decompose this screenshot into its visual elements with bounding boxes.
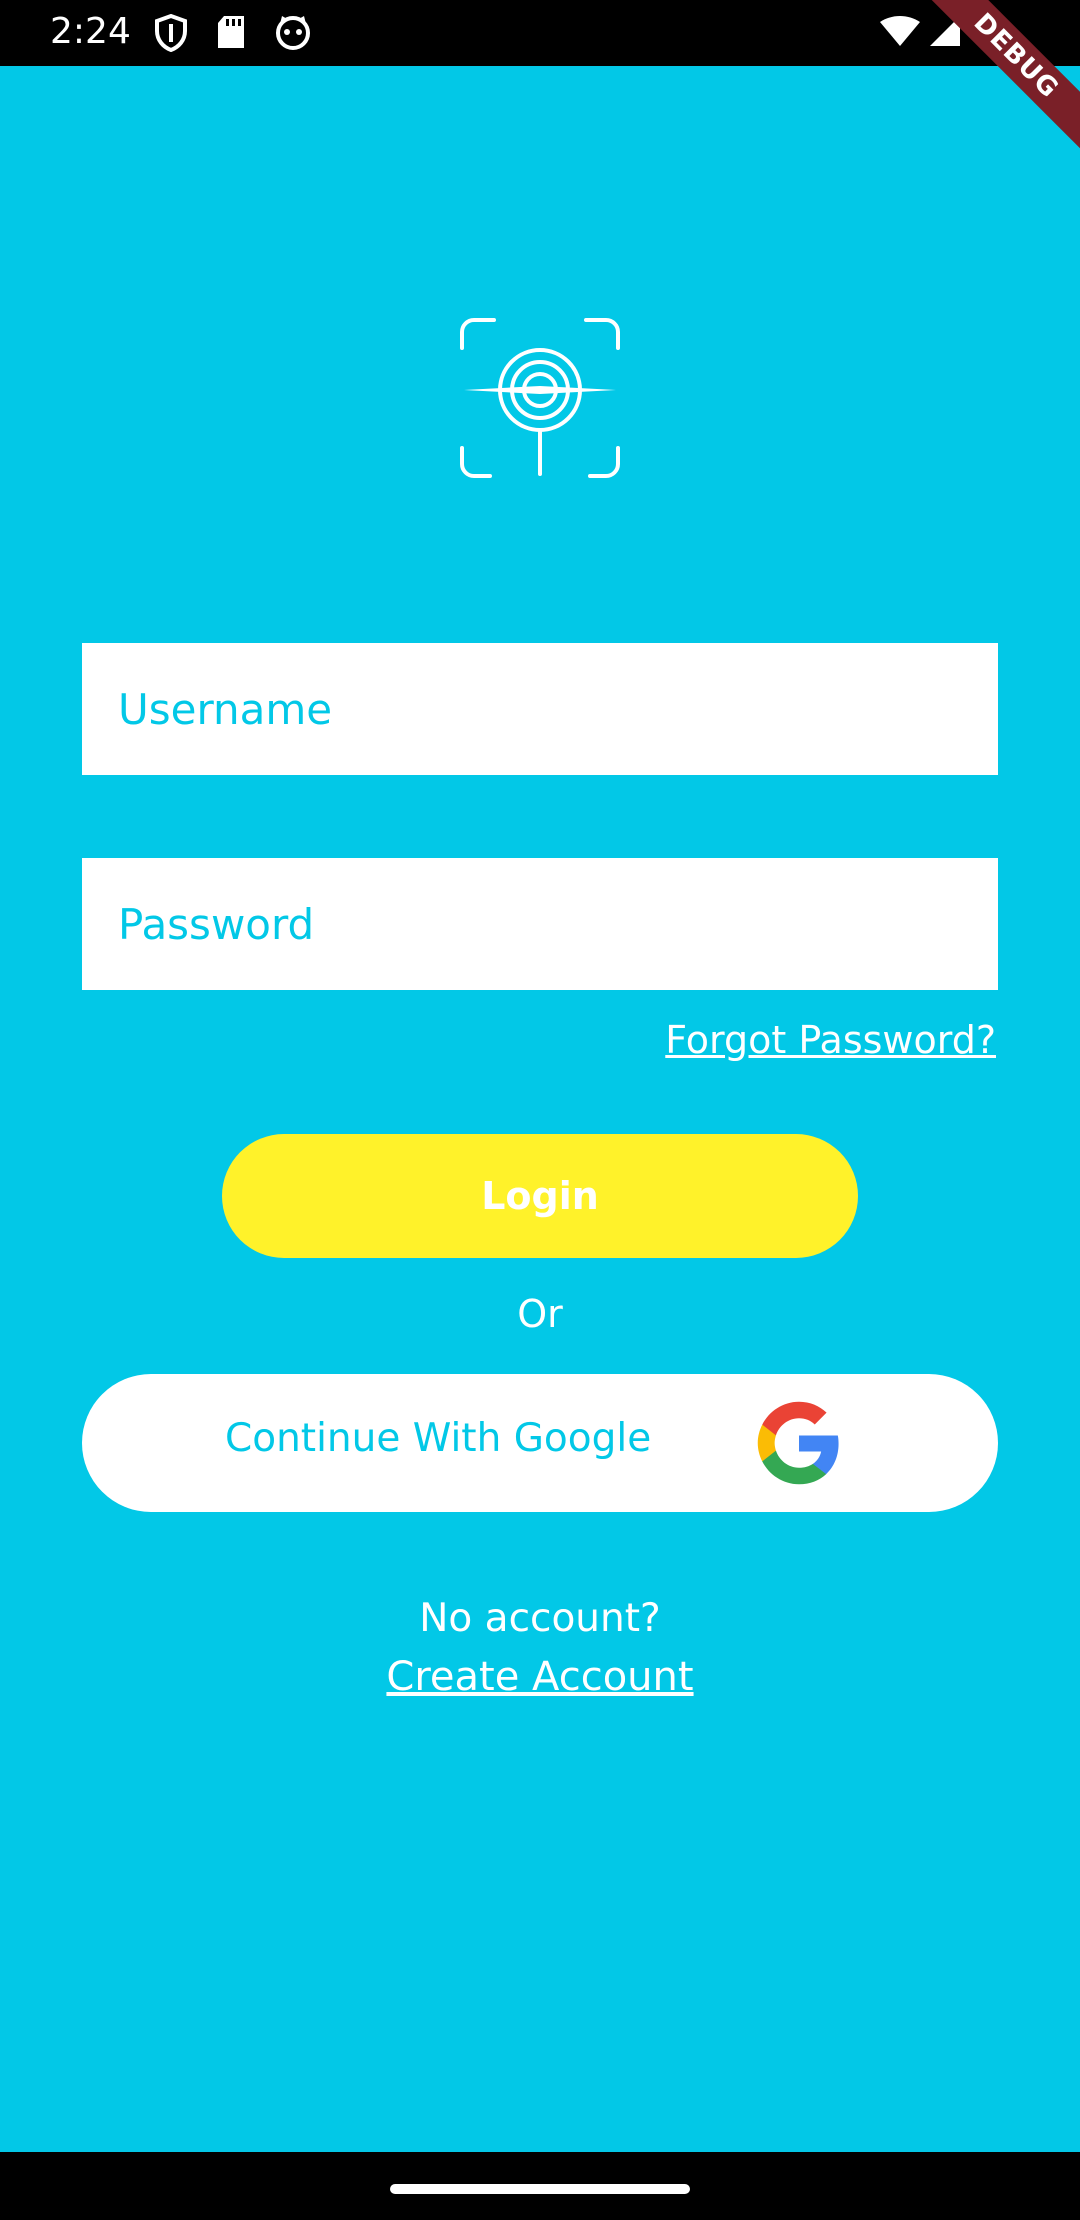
google-icon [754, 1398, 844, 1488]
or-divider-text: Or [517, 1292, 563, 1336]
username-field-container [82, 642, 998, 776]
battery-icon [982, 12, 1004, 54]
shield-icon [154, 13, 188, 56]
no-account-text: No account? [419, 1596, 661, 1641]
cat-face-icon [274, 14, 312, 54]
signal-icon [928, 14, 962, 52]
username-input[interactable] [116, 642, 964, 776]
navigation-bar [0, 2152, 1080, 2220]
camera-focus-icon [460, 318, 620, 478]
home-gesture-handle[interactable] [390, 2184, 690, 2194]
login-button[interactable]: Login [222, 1134, 858, 1258]
create-account-label[interactable]: Create Account [386, 1654, 693, 1700]
login-screen: 2:24 DEBUG Username Forgot Password? Log… [0, 0, 1080, 2220]
password-field-container [82, 857, 998, 991]
sd-card-icon [216, 14, 246, 54]
wifi-icon [880, 16, 920, 52]
status-time: 2:24 [50, 11, 131, 52]
status-bar: 2:24 [0, 0, 1080, 66]
password-input[interactable] [116, 857, 964, 991]
google-button-label: Continue With Google [225, 1416, 652, 1461]
forgot-password-link[interactable]: Forgot Password? [665, 1018, 996, 1062]
google-signin-button[interactable]: Continue With Google [82, 1374, 998, 1512]
create-account-link: Create Account [0, 1654, 1080, 1700]
